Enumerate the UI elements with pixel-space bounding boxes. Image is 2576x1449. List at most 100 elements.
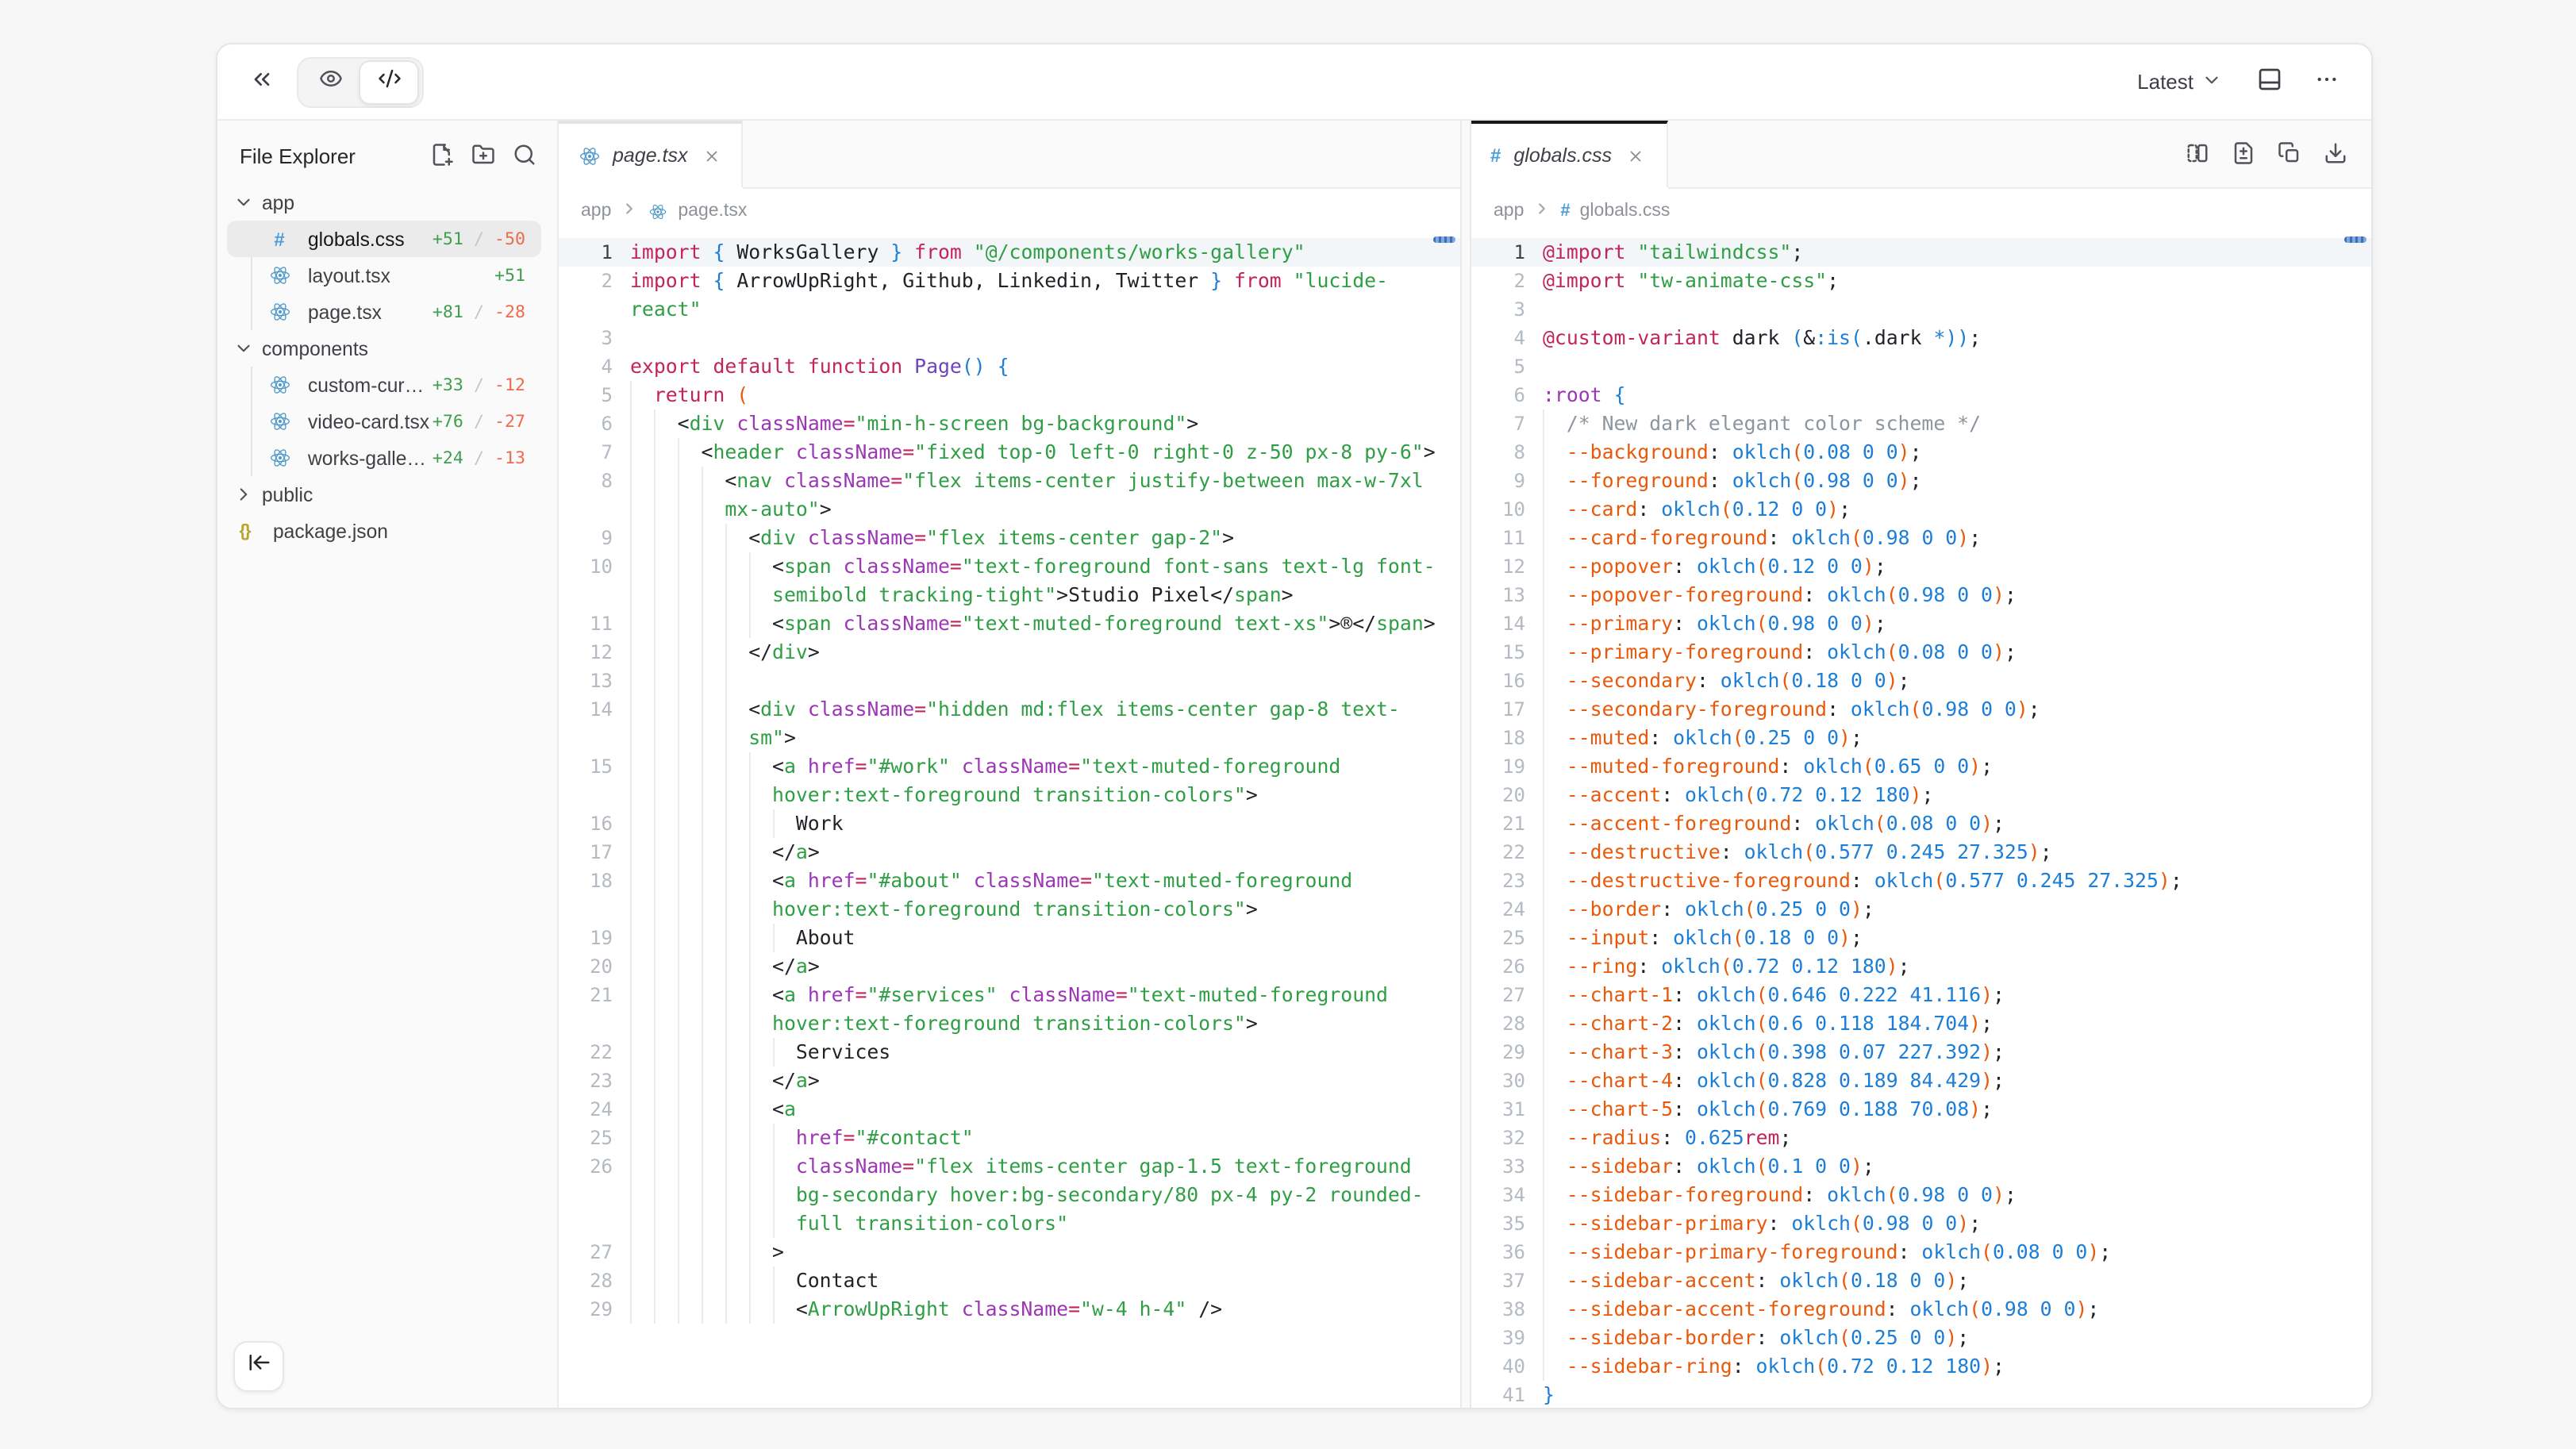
code-line: 19--muted-foreground: oklch(0.65 0 0);: [1471, 752, 2371, 781]
react-icon: [268, 301, 290, 323]
indent-guide: [725, 924, 726, 952]
indent-guide: [630, 1124, 632, 1152]
indent-guide: [678, 867, 679, 924]
tree-item-page.tsx[interactable]: page.tsx+81 / -28: [217, 294, 557, 330]
indent-guide: [725, 952, 726, 981]
tree-item-label: globals.css: [308, 228, 405, 250]
tree-item-package.json[interactable]: { }package.json: [217, 513, 557, 549]
code-line: 15--primary-foreground: oklch(0.08 0 0);: [1471, 638, 2371, 667]
tree-item-works-galler-[interactable]: works-galler…+24 / -13: [217, 440, 557, 476]
close-tab-icon[interactable]: [1624, 144, 1647, 167]
code-line: 12--popover: oklch(0.12 0 0);: [1471, 552, 2371, 581]
diff-removed: -50: [494, 229, 525, 249]
code-text: --input: oklch(0.18 0 0);: [1525, 924, 2371, 952]
diff-added: +81: [433, 302, 463, 322]
code-text: <div className="flex items-center gap-2"…: [613, 524, 1460, 552]
indent-guide: [748, 552, 750, 609]
new-folder-button[interactable]: [471, 143, 497, 168]
css-hash-icon: #: [268, 228, 290, 250]
tree-item-components[interactable]: components: [217, 330, 557, 367]
indent-guide: [1543, 467, 1544, 495]
version-dropdown[interactable]: Latest: [2124, 61, 2235, 102]
collapse-sidebar-button[interactable]: [233, 1341, 284, 1392]
new-file-button[interactable]: [430, 143, 456, 168]
line-number: 1: [1471, 238, 1525, 267]
diff-counts: +51: [494, 265, 525, 286]
indent-guide: [654, 838, 656, 867]
indent-guide: [1543, 1038, 1544, 1067]
indent-guide: [1543, 667, 1544, 695]
code-toggle-button[interactable]: [359, 60, 419, 104]
code-line: 39--sidebar-border: oklch(0.25 0 0);: [1471, 1324, 2371, 1352]
indent-guide: [630, 809, 632, 838]
indent-guide: [748, 1038, 750, 1067]
close-tab-icon[interactable]: [701, 144, 723, 167]
file-diff-button[interactable]: [2232, 141, 2257, 167]
code-line: 14<div className="hidden md:flex items-c…: [559, 695, 1460, 752]
code-line: 2import { ArrowUpRight, Github, Linkedin…: [559, 267, 1460, 324]
tree-item-public[interactable]: public: [217, 476, 557, 513]
line-number: 22: [1471, 838, 1525, 867]
scrollbar-thumb[interactable]: [2344, 236, 2366, 243]
editor-pane-page: page.tsx app page.tsx 1import { Work: [559, 121, 1462, 1408]
indent-guide: [1543, 1324, 1544, 1352]
indent-guide: [678, 981, 679, 1038]
tab-page-tsx[interactable]: page.tsx: [559, 121, 744, 187]
code-text: --border: oklch(0.25 0 0);: [1525, 895, 2371, 924]
code-line: 29--chart-3: oklch(0.398 0.07 227.392);: [1471, 1038, 2371, 1067]
chevron-right-icon: [621, 200, 638, 222]
indent-guide: [725, 1124, 726, 1152]
more-options-button[interactable]: [2305, 60, 2349, 104]
indent-guide: [630, 838, 632, 867]
tree-item-globals.css[interactable]: # globals.css +51 / -50: [227, 221, 541, 257]
code-line: 41}: [1471, 1381, 2371, 1408]
line-number: 36: [1471, 1238, 1525, 1266]
diff-removed: -28: [494, 302, 525, 322]
code-lines-globals: 1@import "tailwindcss";2@import "tw-anim…: [1471, 238, 2371, 1408]
indent-guide: [678, 1124, 679, 1152]
preview-toggle-button[interactable]: [302, 61, 359, 102]
code-text: [1525, 295, 2371, 324]
code-text: --popover-foreground: oklch(0.98 0 0);: [1525, 581, 2371, 609]
diff-counts: +51 / -50: [433, 229, 525, 249]
line-number: 24: [1471, 895, 1525, 924]
react-icon: [268, 410, 290, 432]
editor-actions: [2186, 121, 2371, 187]
indent-guide: [630, 1238, 632, 1266]
search-button[interactable]: [513, 143, 538, 168]
top-toolbar: Latest: [217, 44, 2371, 121]
line-number: 28: [559, 1266, 613, 1295]
indent-guide: [654, 1238, 656, 1266]
indent-guide: [1543, 952, 1544, 981]
indent-guide: [1543, 1352, 1544, 1381]
indent-guide: [654, 609, 656, 638]
tree-item-custom-curs-[interactable]: custom-curs…+33 / -12: [217, 367, 557, 403]
download-button[interactable]: [2324, 141, 2349, 167]
tree-item-video-card.tsx[interactable]: video-card.tsx+76 / -27: [217, 403, 557, 440]
indent-guide: [678, 924, 679, 952]
panel-bottom-button[interactable]: [2247, 60, 2292, 104]
line-number: 8: [1471, 438, 1525, 467]
code-line: 16--secondary: oklch(0.18 0 0);: [1471, 667, 2371, 695]
code-editor-globals[interactable]: 1@import "tailwindcss";2@import "tw-anim…: [1471, 233, 2371, 1408]
tree-item-app[interactable]: app: [217, 184, 557, 221]
indent-guide: [725, 867, 726, 924]
tree-indent-guide: [251, 257, 252, 294]
split-view-button[interactable]: [2186, 141, 2211, 167]
back-button[interactable]: [240, 60, 284, 104]
tree-item-label: layout.tsx: [308, 264, 390, 286]
code-text: import { WorksGallery } from "@/componen…: [613, 238, 1460, 267]
css-hash-icon: #: [1560, 202, 1570, 221]
code-text: --muted-foreground: oklch(0.65 0 0);: [1525, 752, 2371, 781]
scrollbar-thumb[interactable]: [1433, 236, 1455, 243]
chevron-right-icon: [233, 484, 254, 505]
react-icon: [648, 201, 668, 221]
line-number: 23: [559, 1067, 613, 1095]
copy-button[interactable]: [2278, 141, 2303, 167]
pane-divider[interactable]: [1462, 121, 1470, 1408]
code-text: --secondary: oklch(0.18 0 0);: [1525, 667, 2371, 695]
indent-guide: [654, 467, 656, 524]
code-editor-page[interactable]: 1import { WorksGallery } from "@/compone…: [559, 233, 1460, 1408]
tab-globals-css[interactable]: # globals.css: [1471, 121, 1667, 187]
tree-item-layout.tsx[interactable]: layout.tsx +51: [217, 257, 557, 294]
